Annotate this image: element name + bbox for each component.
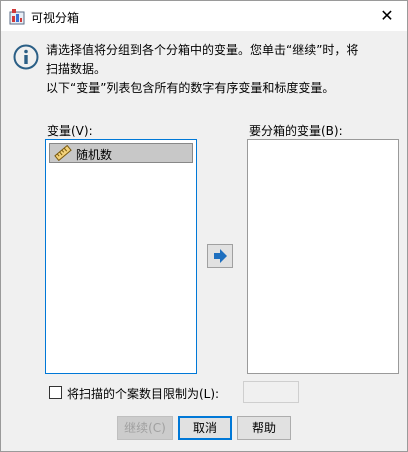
bin-variables-list[interactable] xyxy=(247,139,399,374)
help-button[interactable]: 帮助 xyxy=(237,416,291,440)
cancel-button[interactable]: 取消 xyxy=(178,416,232,440)
info-icon xyxy=(13,44,39,70)
instructions-line: 以下“变量”列表包含所有的数字有序变量和标度变量。 xyxy=(46,81,335,95)
instructions-text: 请选择值将分组到各个分箱中的变量。您单击“继续”时，将 扫描数据。 以下“变量”… xyxy=(46,41,396,98)
limit-cases-label: 将扫描的个案数目限制为(L): xyxy=(67,387,220,401)
window-title: 可视分箱 xyxy=(31,11,80,25)
instructions-line: 请选择值将分组到各个分箱中的变量。您单击“继续”时，将 xyxy=(46,43,359,57)
limit-cases-input xyxy=(243,381,299,403)
list-item[interactable]: 随机数 xyxy=(49,143,193,163)
variable-name: 随机数 xyxy=(76,148,113,162)
close-icon: ✕ xyxy=(380,6,394,25)
arrow-right-icon xyxy=(214,249,227,263)
ruler-icon xyxy=(54,145,72,161)
bin-variables-label: 要分箱的变量(B): xyxy=(249,124,343,138)
variables-label: 变量(V): xyxy=(47,124,93,138)
move-right-button[interactable] xyxy=(207,244,233,268)
variables-list[interactable]: 随机数 xyxy=(45,139,197,374)
dialog-window: 可视分箱 ✕ 请选择值将分组到各个分箱中的变量。您单击“继续”时，将 扫描数据。… xyxy=(0,0,408,452)
instructions-line: 扫描数据。 xyxy=(46,62,107,76)
continue-button: 继续(C) xyxy=(117,416,173,440)
limit-cases-checkbox[interactable] xyxy=(49,386,62,399)
title-bar: 可视分箱 ✕ xyxy=(1,1,407,31)
app-icon xyxy=(9,9,25,25)
close-button[interactable]: ✕ xyxy=(367,1,407,31)
